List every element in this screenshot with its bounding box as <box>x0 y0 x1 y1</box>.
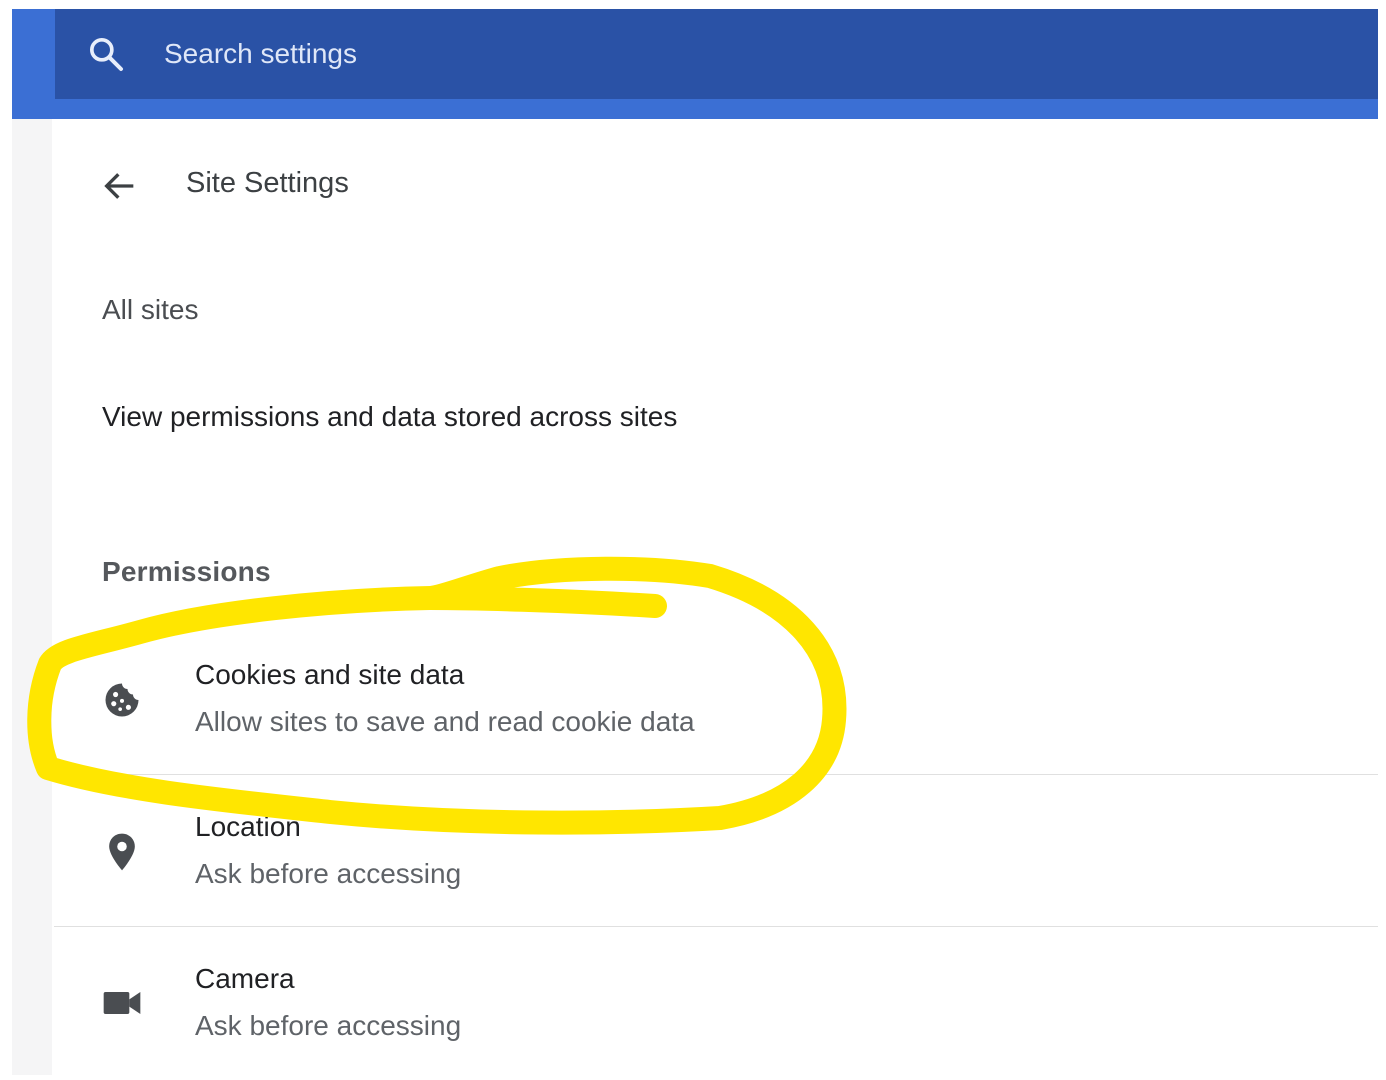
search-input[interactable] <box>162 30 1066 78</box>
permission-title: Camera <box>195 963 295 994</box>
permission-title: Cookies and site data <box>195 659 465 690</box>
back-arrow-icon[interactable] <box>100 166 140 206</box>
location-pin-icon <box>109 833 135 871</box>
permission-subtitle: Allow sites to save and read cookie data <box>195 706 695 737</box>
permission-row-location[interactable]: Location Ask before accessing <box>54 776 1378 928</box>
permission-subtitle: Ask before accessing <box>195 1010 462 1041</box>
page-title: Site Settings <box>186 167 349 199</box>
permissions-heading: Permissions <box>102 556 271 587</box>
cookie-icon <box>105 683 139 717</box>
divider <box>54 926 1378 927</box>
left-gutter <box>12 119 52 1075</box>
permission-row-cookies[interactable]: Cookies and site data Allow sites to sav… <box>54 628 1378 780</box>
all-sites-link[interactable]: All sites <box>102 294 198 326</box>
camera-icon <box>103 992 141 1014</box>
divider <box>54 774 1378 775</box>
search-icon[interactable] <box>86 34 126 74</box>
permission-row-camera[interactable]: Camera Ask before accessing <box>54 928 1378 1080</box>
all-sites-description[interactable]: View permissions and data stored across … <box>102 401 677 433</box>
permission-subtitle: Ask before accessing <box>195 858 462 889</box>
permission-title: Location <box>195 811 301 842</box>
